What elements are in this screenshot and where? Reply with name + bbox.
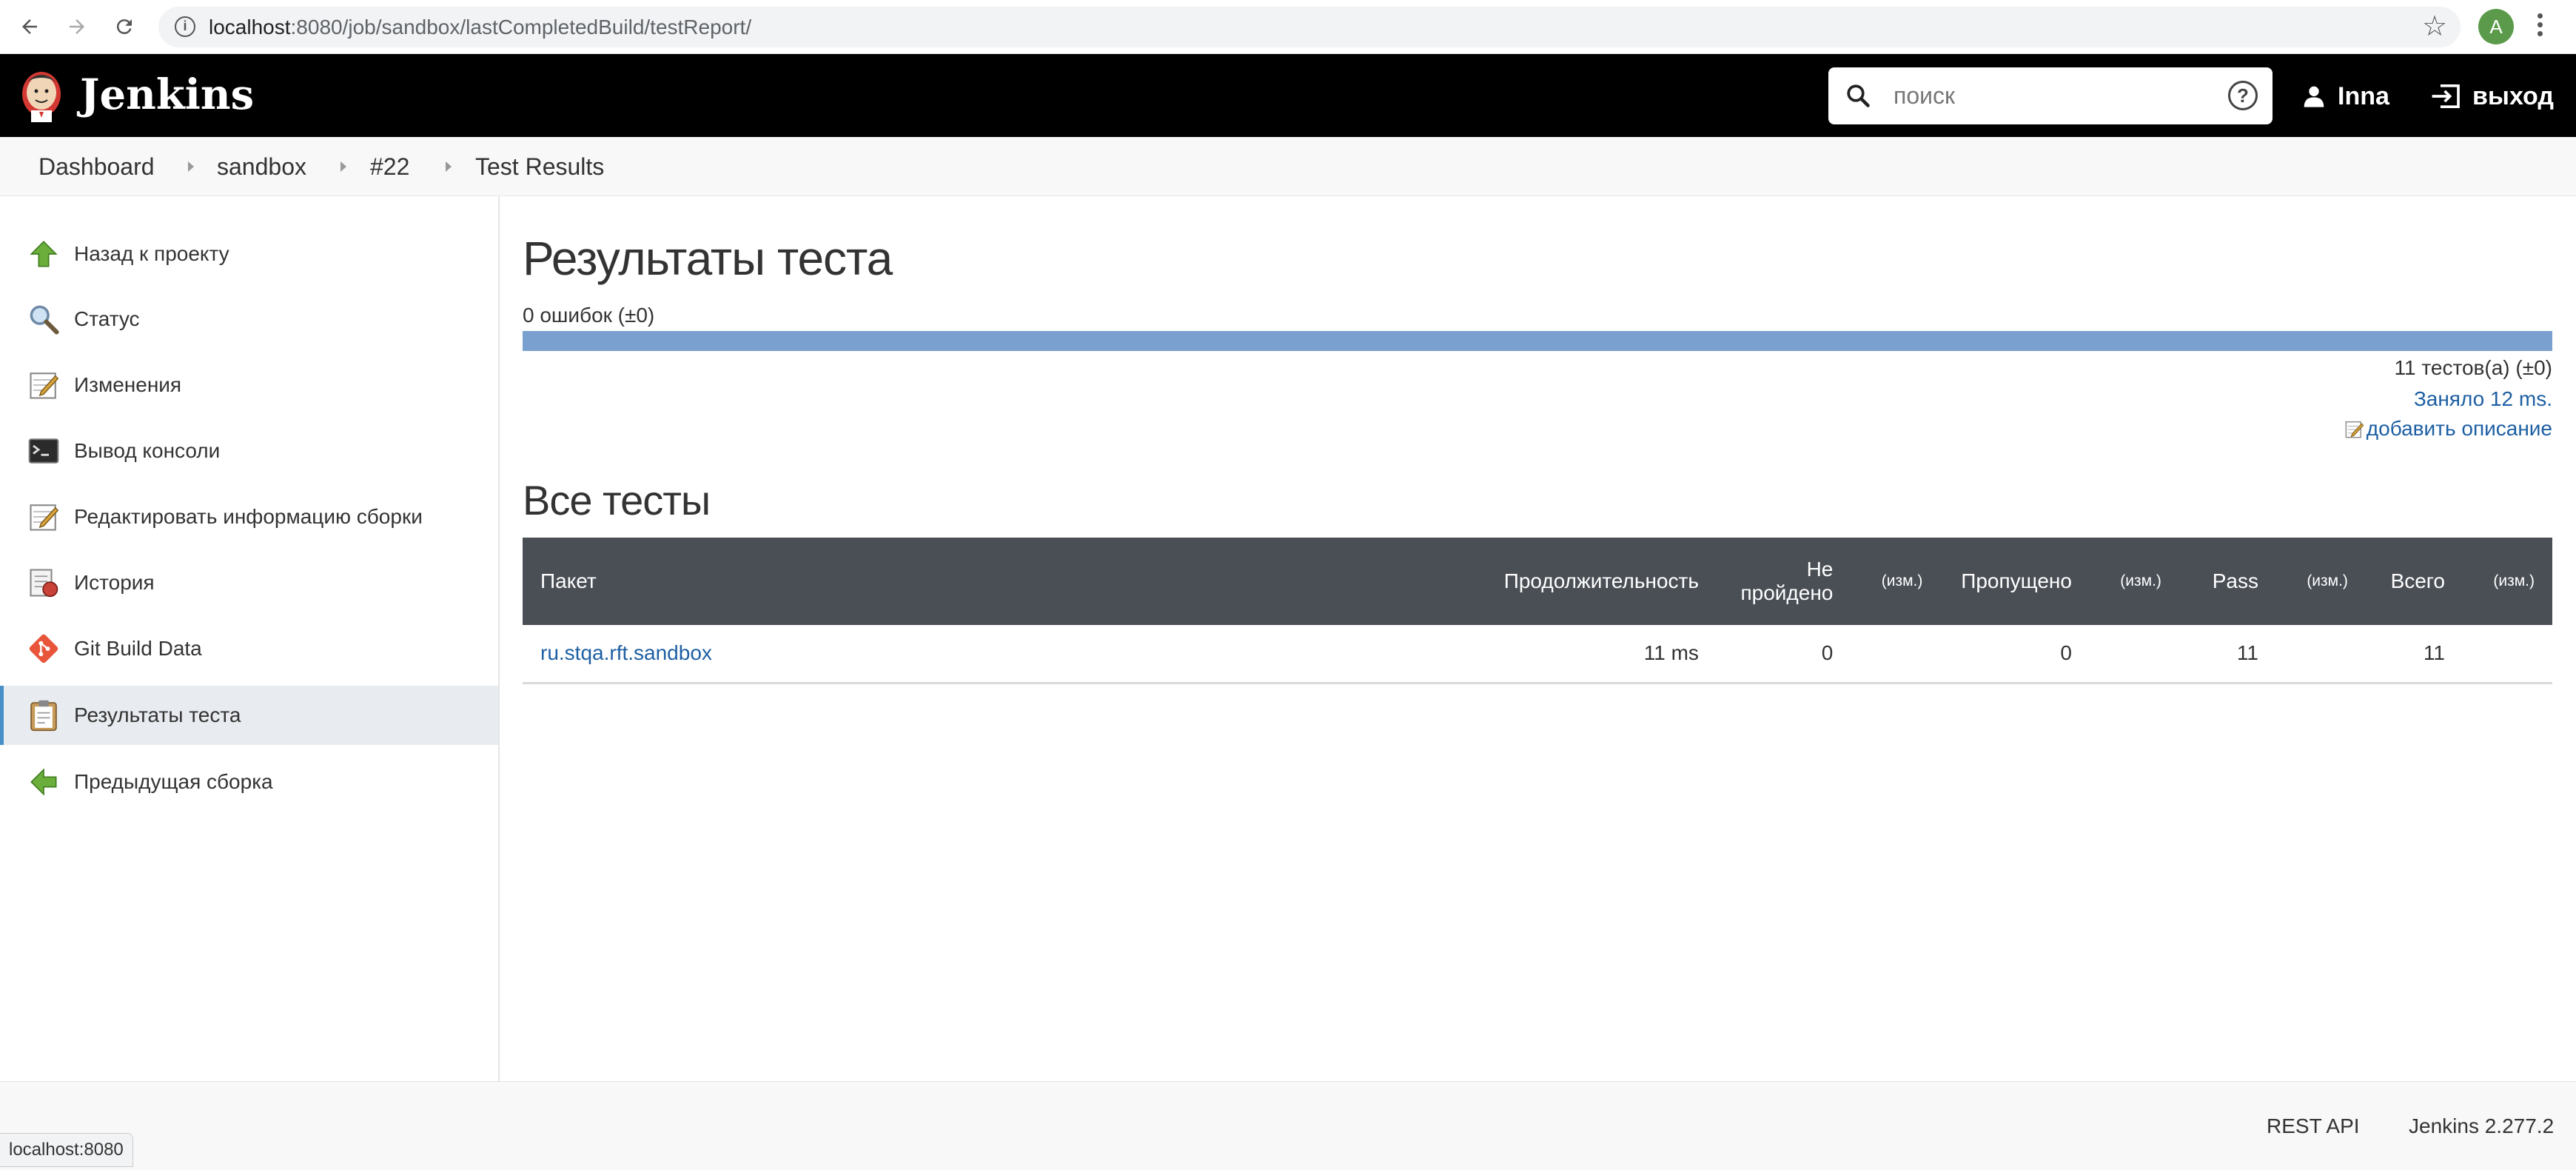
left-arrow-icon <box>27 765 61 799</box>
logout-link[interactable]: выход <box>2429 79 2554 113</box>
notepad-icon <box>27 368 61 402</box>
sidebar-item-status[interactable]: Статус <box>0 290 498 349</box>
pass-cell: 11 <box>2178 625 2276 684</box>
sidebar-item-previous-build[interactable]: Предыдущая сборка <box>0 752 498 812</box>
sidebar-item-label: История <box>74 571 155 594</box>
column-header-total-diff[interactable]: (изм.) <box>2462 538 2552 625</box>
bookmark-star-icon[interactable]: ☆ <box>2422 10 2447 43</box>
column-header-duration[interactable]: Продолжительность <box>1313 538 1717 625</box>
duration-link[interactable]: Заняло 12 ms. <box>2414 387 2552 411</box>
sidebar-item-back-to-project[interactable]: Назад к проекту <box>0 224 498 284</box>
sidebar-item-label: Статус <box>74 307 140 330</box>
column-header-package[interactable]: Пакет <box>523 538 1314 625</box>
up-arrow-icon <box>27 237 61 271</box>
browser-menu-icon[interactable] <box>2538 13 2545 40</box>
column-header-skipped-diff[interactable]: (изм.) <box>2089 538 2179 625</box>
user-link[interactable]: Inna <box>2302 79 2389 113</box>
profile-avatar[interactable]: A <box>2478 9 2514 44</box>
table-row: ru.stqa.rft.sandbox 11 ms 0 0 11 11 <box>523 625 2552 684</box>
failure-summary: 0 ошибок (±0) <box>523 304 655 327</box>
footer: REST API Jenkins 2.277.2 <box>0 1081 2576 1170</box>
column-header-failed[interactable]: Не пройдено <box>1716 538 1851 625</box>
sidebar-item-label: Git Build Data <box>74 637 202 660</box>
search-icon <box>1847 84 1870 107</box>
logout-label: выход <box>2472 81 2554 110</box>
column-header-failed-diff[interactable]: (изм.) <box>1851 538 1941 625</box>
pass-diff-cell <box>2275 625 2366 684</box>
failed-cell: 0 <box>1716 625 1851 684</box>
failed-diff-cell <box>1851 625 1941 684</box>
test-progress-bar <box>523 331 2552 351</box>
history-icon <box>27 566 61 600</box>
column-header-pass-diff[interactable]: (изм.) <box>2275 538 2366 625</box>
sidebar-item-git-build-data[interactable]: Git Build Data <box>0 619 498 678</box>
user-name: Inna <box>2338 81 2389 110</box>
jenkins-logo-text[interactable]: Jenkins <box>80 70 254 119</box>
add-description-label: добавить описание <box>2366 417 2552 440</box>
edit-notepad-icon <box>2345 421 2364 438</box>
rest-api-link[interactable]: REST API <box>2267 1114 2360 1138</box>
package-link[interactable]: ru.stqa.rft.sandbox <box>540 641 712 664</box>
all-tests-title: Все тесты <box>523 477 711 524</box>
site-info-icon[interactable]: i <box>175 16 195 37</box>
skipped-cell: 0 <box>1940 625 2090 684</box>
logout-icon <box>2432 84 2460 109</box>
breadcrumb-test-results[interactable]: Test Results <box>475 153 604 181</box>
url-text: localhost:8080/job/sandbox/lastCompleted… <box>209 16 752 39</box>
total-diff-cell <box>2462 625 2552 684</box>
browser-status-bar: localhost:8080 <box>0 1133 133 1167</box>
git-icon <box>27 632 61 666</box>
tests-count: 11 тестов(а) (±0) <box>2394 356 2552 379</box>
back-arrow-icon[interactable] <box>13 10 46 43</box>
sidebar-item-console-output[interactable]: Вывод консоли <box>0 421 498 481</box>
sidebar: Назад к проекту Статус Изменения Вывод к… <box>0 196 500 1081</box>
column-header-pass[interactable]: Pass <box>2178 538 2276 625</box>
jenkins-header: Jenkins ? Inna выход <box>0 54 2576 137</box>
breadcrumb: Dashboard sandbox #22 Test Results <box>0 137 2576 196</box>
terminal-icon <box>27 434 61 468</box>
package-cell: ru.stqa.rft.sandbox <box>523 625 1314 684</box>
results-table: Пакет Продолжительность Не пройдено (изм.… <box>523 538 2552 684</box>
breadcrumb-separator-icon <box>446 161 452 172</box>
sidebar-item-label: Вывод консоли <box>74 439 221 462</box>
column-header-total[interactable]: Всего <box>2365 538 2463 625</box>
total-cell: 11 <box>2365 625 2463 684</box>
skipped-diff-cell <box>2089 625 2179 684</box>
duration-cell: 11 ms <box>1313 625 1717 684</box>
breadcrumb-separator-icon <box>188 161 194 172</box>
add-description-link[interactable]: добавить описание <box>2344 417 2552 441</box>
sidebar-item-history[interactable]: История <box>0 553 498 612</box>
sidebar-item-label: Предыдущая сборка <box>74 770 273 793</box>
user-icon <box>2304 86 2324 107</box>
magnifier-icon <box>27 302 61 336</box>
table-header-row: Пакет Продолжительность Не пройдено (изм.… <box>523 538 2552 625</box>
breadcrumb-dashboard[interactable]: Dashboard <box>38 153 155 181</box>
reload-icon[interactable] <box>108 10 141 43</box>
browser-toolbar: i localhost:8080/job/sandbox/lastComplet… <box>0 0 2576 54</box>
forward-arrow-icon[interactable] <box>61 10 93 43</box>
breadcrumb-sandbox[interactable]: sandbox <box>217 153 306 181</box>
address-bar[interactable]: i localhost:8080/job/sandbox/lastComplet… <box>158 7 2461 47</box>
help-icon[interactable]: ? <box>2228 81 2258 110</box>
jenkins-version-link[interactable]: Jenkins 2.277.2 <box>2409 1114 2554 1138</box>
sidebar-item-label: Назад к проекту <box>74 242 229 265</box>
clipboard-icon <box>27 698 61 732</box>
page-title: Результаты теста <box>523 232 893 285</box>
breadcrumb-build[interactable]: #22 <box>370 153 409 181</box>
search-box: ? <box>1828 67 2273 124</box>
sidebar-item-label: Изменения <box>74 373 182 396</box>
sidebar-item-edit-build-info[interactable]: Редактировать информацию сборки <box>0 487 498 546</box>
sidebar-item-label: Редактировать информацию сборки <box>74 505 423 528</box>
jenkins-logo-icon[interactable] <box>18 67 65 124</box>
sidebar-item-test-results[interactable]: Результаты теста <box>0 686 498 745</box>
sidebar-item-changes[interactable]: Изменения <box>0 355 498 415</box>
search-input[interactable] <box>1894 79 2190 112</box>
notepad-icon <box>27 500 61 534</box>
breadcrumb-separator-icon <box>341 161 346 172</box>
column-header-skipped[interactable]: Пропущено <box>1940 538 2090 625</box>
sidebar-item-label: Результаты теста <box>74 703 241 726</box>
